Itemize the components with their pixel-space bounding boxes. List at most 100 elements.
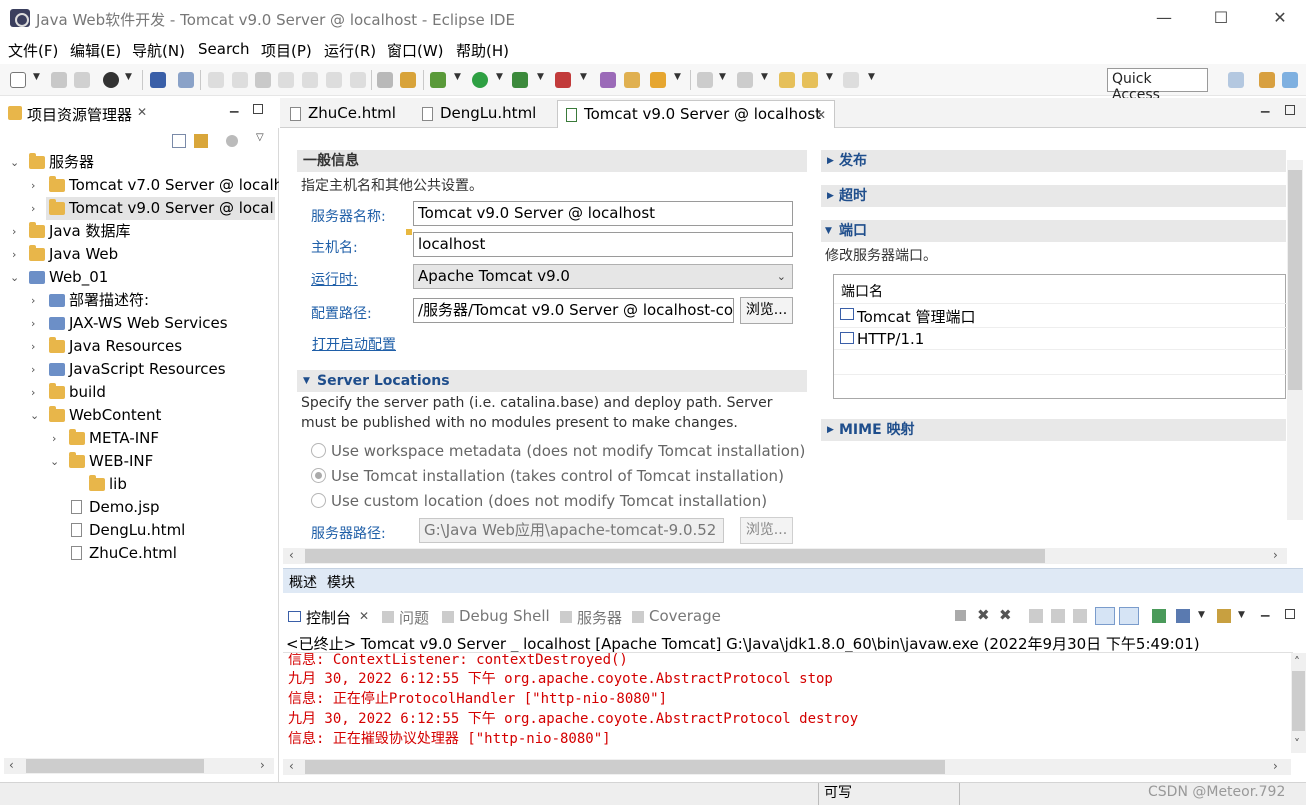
chevron-right-icon[interactable]: ›	[31, 197, 35, 220]
prev-annotation-icon[interactable]	[737, 72, 753, 88]
close-icon[interactable]: ✕	[359, 609, 369, 623]
tab-servers[interactable]: 服务器	[577, 607, 622, 628]
horizontal-scrollbar[interactable]: ‹ ›	[283, 548, 1287, 564]
server-path-browse-button[interactable]: 浏览...	[740, 517, 793, 544]
console-icon[interactable]	[150, 72, 166, 88]
chevron-right-icon[interactable]: ›	[12, 220, 24, 243]
tab-tomcat-server[interactable]: Tomcat v9.0 Server @ localhost ✕	[557, 100, 835, 128]
show-stderr-icon[interactable]	[1119, 607, 1139, 625]
chevron-down-icon[interactable]: ▼	[580, 72, 587, 82]
word-wrap-icon[interactable]	[1073, 609, 1087, 623]
scroll-thumb[interactable]	[305, 760, 945, 774]
menu-search[interactable]: Search	[198, 40, 250, 58]
show-stdout-icon[interactable]	[1095, 607, 1115, 625]
chevron-right-icon[interactable]: ›	[52, 427, 64, 450]
link-editor-icon[interactable]	[194, 134, 208, 148]
back-icon[interactable]	[802, 72, 818, 88]
table-row[interactable]: Tomcat 管理端口	[834, 303, 1287, 326]
new-icon[interactable]	[10, 72, 26, 88]
tree-item-tomcat7[interactable]: › Tomcat v7.0 Server @ localh	[0, 174, 279, 197]
tree-item-java-resources[interactable]: › Java Resources	[0, 335, 279, 358]
annotation-icon[interactable]	[697, 72, 713, 88]
config-path-input[interactable]: /服务器/Tomcat v9.0 Server @ localhost-conf…	[413, 298, 734, 323]
save-icon[interactable]	[51, 72, 67, 88]
tab-coverage[interactable]: Coverage	[649, 607, 721, 625]
step-return-icon[interactable]	[350, 72, 366, 88]
maximize-icon[interactable]	[1285, 105, 1295, 115]
java-ee-perspective-icon[interactable]	[1259, 72, 1275, 88]
minimize-icon[interactable]: ▁	[1261, 604, 1269, 617]
tree-item-meta-inf[interactable]: › META-INF	[0, 427, 279, 450]
explorer-title[interactable]: 项目资源管理器	[27, 104, 132, 125]
console-output[interactable]: 信息: ContextListener: contextDestroyed() …	[283, 652, 1293, 754]
server-path-input[interactable]: G:\Java Web应用\apache-tomcat-9.0.52	[419, 518, 724, 543]
open-perspective-icon[interactable]	[1228, 72, 1244, 88]
tree-item-denglu-html[interactable]: DengLu.html	[0, 519, 279, 542]
tree-item-zhuce-html[interactable]: ZhuCe.html	[0, 542, 279, 565]
ports-section[interactable]: ▼ 端口	[821, 220, 1286, 242]
chevron-right-icon[interactable]: ›	[31, 174, 43, 197]
tree-item-web01[interactable]: ⌄ Web_01	[0, 266, 279, 289]
chevron-left-icon[interactable]: ‹	[9, 758, 14, 772]
tab-debug-shell[interactable]: Debug Shell	[459, 607, 550, 625]
console-vertical-scrollbar[interactable]: ˄ ˅	[1291, 653, 1306, 753]
chevron-right-icon[interactable]: ›	[31, 312, 43, 335]
chevron-down-icon[interactable]: ▼	[761, 72, 768, 82]
runtime-select[interactable]: Apache Tomcat v9.0 ⌄	[413, 264, 793, 289]
tab-overview[interactable]: 概述	[289, 572, 317, 592]
publish-section[interactable]: ▶ 发布	[821, 150, 1286, 172]
chevron-down-icon[interactable]: ▼	[719, 72, 726, 82]
tree-item-jaxws[interactable]: › JAX-WS Web Services	[0, 312, 279, 335]
brush-icon[interactable]	[650, 72, 666, 88]
debug-icon[interactable]	[430, 72, 446, 88]
terminate-icon[interactable]	[955, 610, 966, 621]
chevron-down-icon[interactable]: ▼	[1198, 610, 1205, 620]
tab-denglu-html[interactable]: DengLu.html	[414, 100, 554, 128]
skip-breakpoints-icon[interactable]	[178, 72, 194, 88]
chevron-right-icon[interactable]: ›	[1273, 759, 1278, 773]
chevron-right-icon[interactable]: ›	[31, 289, 43, 312]
filter-icon[interactable]	[226, 135, 238, 147]
view-menu-icon[interactable]: ▽	[256, 132, 264, 143]
chevron-right-icon[interactable]: ›	[31, 358, 43, 381]
chevron-right-icon[interactable]: ›	[31, 381, 43, 404]
tree-item-servers[interactable]: ⌄ 服务器	[0, 151, 279, 174]
vertical-scrollbar[interactable]	[1287, 160, 1303, 520]
chevron-down-icon[interactable]: ▼	[825, 220, 832, 242]
tree-item-tomcat9[interactable]: Tomcat v9.0 Server @ localh	[46, 197, 275, 220]
chevron-left-icon[interactable]: ‹	[289, 759, 294, 773]
chevron-left-icon[interactable]: ‹	[289, 548, 294, 562]
pin-console-icon[interactable]	[1152, 609, 1166, 623]
tab-zhuce-html[interactable]: ZhuCe.html	[282, 100, 412, 128]
collapse-all-icon[interactable]	[172, 134, 186, 148]
maximize-button[interactable]: ☐	[1198, 6, 1244, 30]
chevron-right-icon[interactable]: ›	[1273, 548, 1278, 562]
runtime-link[interactable]: 运行时:	[311, 269, 358, 289]
menu-run[interactable]: 运行(R)	[324, 40, 376, 61]
external-tools-icon[interactable]	[555, 72, 571, 88]
menu-help[interactable]: 帮助(H)	[456, 40, 509, 61]
run-icon[interactable]	[472, 72, 488, 88]
close-icon[interactable]: ✕	[137, 105, 147, 119]
tree-item-java-db[interactable]: › Java 数据库	[0, 220, 279, 243]
display-console-icon[interactable]	[1176, 609, 1190, 623]
clear-console-icon[interactable]	[1029, 609, 1043, 623]
tree-item-lib[interactable]: lib	[0, 473, 279, 496]
chevron-right-icon[interactable]: ▶	[827, 419, 834, 441]
save-all-icon[interactable]	[74, 72, 90, 88]
radio-workspace-metadata[interactable]	[311, 443, 326, 458]
chevron-down-icon[interactable]: ⌄	[10, 266, 22, 289]
terminal-icon[interactable]	[103, 72, 119, 88]
chevron-down-icon[interactable]: ▼	[496, 72, 503, 82]
chevron-right-icon[interactable]: ›	[31, 335, 43, 358]
coverage-icon[interactable]	[512, 72, 528, 88]
tree-item-webcontent[interactable]: ⌄ WebContent	[0, 404, 279, 427]
chevron-right-icon[interactable]: ▶	[827, 150, 834, 172]
remove-launch-icon[interactable]: ✖	[977, 606, 990, 624]
server-locations-heading[interactable]: ▼ Server Locations	[297, 370, 807, 392]
chevron-down-icon[interactable]: ▼	[454, 72, 461, 82]
chevron-down-icon[interactable]: ⌄	[777, 265, 786, 288]
chevron-down-icon[interactable]: ⌄	[30, 404, 42, 427]
mime-section[interactable]: ▶ MIME 映射	[821, 419, 1286, 441]
tree-item-js-resources[interactable]: › JavaScript Resources	[0, 358, 279, 381]
